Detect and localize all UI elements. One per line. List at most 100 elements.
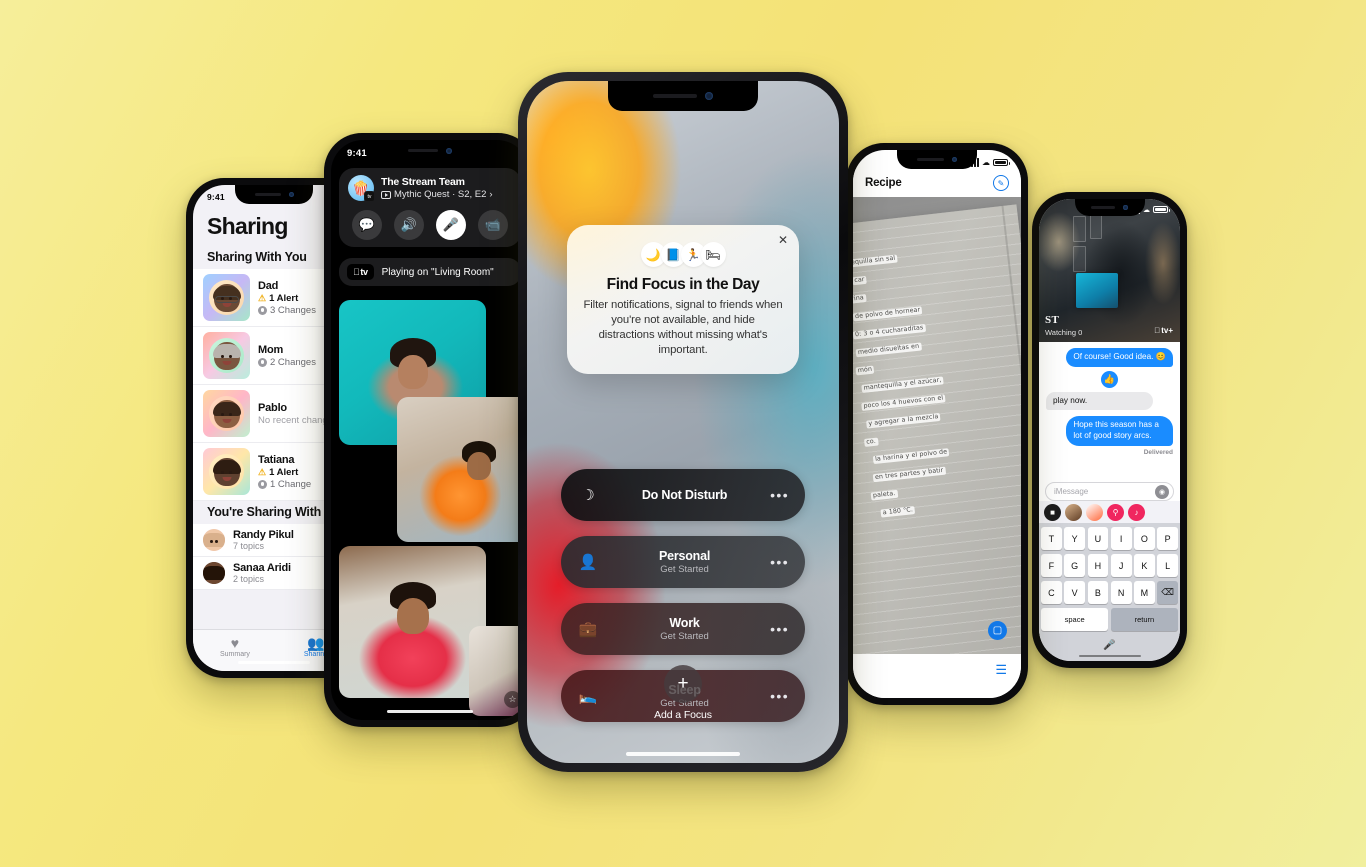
live-text-line[interactable]: rina: [853, 293, 867, 303]
focus-mode-personal[interactable]: 👤 Personal Get Started •••: [561, 536, 805, 588]
live-text-line[interactable]: tequilla sin sal: [853, 253, 898, 267]
live-text-line[interactable]: paleta.: [870, 488, 898, 500]
message-bubble-incoming[interactable]: play now.: [1046, 391, 1153, 411]
space-key[interactable]: space: [1041, 608, 1109, 631]
live-text-line[interactable]: co.: [863, 436, 879, 447]
live-text-line[interactable]: poco los 4 huevos con el: [861, 393, 946, 411]
play-badge-icon: [381, 190, 391, 199]
message-input-field[interactable]: iMessage ◉: [1045, 482, 1174, 501]
live-text-line[interactable]: en tres partes y batir: [872, 465, 946, 482]
memoji-avatar: [203, 529, 225, 551]
close-icon[interactable]: ✕: [778, 234, 788, 246]
person-icon: 👤: [578, 554, 598, 571]
keyboard-row-1: T Y U I O P: [1041, 527, 1178, 550]
more-options-icon[interactable]: •••: [770, 621, 789, 637]
live-text-highlights: tequilla sin sal car rina de polvo de ho…: [853, 235, 1021, 521]
phone-screen-messages: ST Watching 0 tv+ ☁ Of course! Good ide…: [1039, 199, 1180, 661]
gif-search-icon[interactable]: ⚲: [1107, 503, 1124, 521]
key-y[interactable]: Y: [1064, 527, 1085, 550]
people-icon: 👥: [307, 634, 325, 651]
live-text-line[interactable]: la harina y el polvo de: [872, 447, 950, 464]
plus-icon[interactable]: +: [664, 665, 702, 703]
focus-mode-label: Work Get Started: [599, 616, 770, 642]
focus-mode-name: Personal: [658, 549, 711, 563]
chat-bubble-icon[interactable]: 💬: [352, 210, 382, 240]
delivered-status: Delivered: [1143, 448, 1173, 456]
avatar-tile: [203, 529, 225, 551]
key-m[interactable]: M: [1134, 581, 1155, 604]
key-j[interactable]: J: [1110, 554, 1132, 577]
tapback-thumbs-up-icon[interactable]: 👍: [1101, 370, 1118, 388]
memoji-icon[interactable]: [1065, 503, 1082, 521]
phone-screen-facetime: 9:41 ☆ 🍿 tv The Stream Team Mythic Quest…: [331, 140, 529, 720]
message-bubble-outgoing[interactable]: Hope this season has a lot of good story…: [1066, 416, 1173, 446]
video-tile-participant-3[interactable]: [339, 546, 486, 698]
live-text-line[interactable]: de polvo de hornear: [853, 305, 923, 321]
stickers-icon[interactable]: [1086, 503, 1103, 521]
checklist-icon[interactable]: ☰: [995, 662, 1007, 678]
focus-mode-do-not-disturb[interactable]: ☽ Do Not Disturb •••: [561, 469, 805, 521]
markup-pen-icon[interactable]: ✎: [993, 175, 1009, 191]
now-playing-bar[interactable]: tv Playing on "Living Room": [339, 258, 521, 286]
delete-key-icon[interactable]: ⌫: [1157, 581, 1178, 604]
key-p[interactable]: P: [1157, 527, 1178, 550]
shared-with-you-video-preview[interactable]: ST Watching 0 tv+: [1039, 199, 1180, 342]
shareplay-title-row[interactable]: 🍿 tv The Stream Team Mythic Quest · S2, …: [348, 175, 512, 202]
notch: [608, 81, 758, 111]
notes-navigation-bar: Recipe ✎: [853, 169, 1021, 197]
key-v[interactable]: V: [1064, 581, 1085, 604]
call-controls: 💬 🔊 🎤 📹: [348, 210, 512, 240]
key-u[interactable]: U: [1087, 527, 1109, 550]
key-g[interactable]: G: [1064, 554, 1085, 577]
key-h[interactable]: H: [1087, 554, 1109, 577]
key-l[interactable]: L: [1157, 554, 1178, 577]
apple-tv-icon: tv: [347, 264, 374, 280]
focus-mode-work[interactable]: 💼 Work Get Started •••: [561, 603, 805, 655]
message-thread: Of course! Good idea. 😊 👍 play now. Hope…: [1039, 342, 1180, 483]
microphone-icon[interactable]: 🎤: [1103, 640, 1115, 651]
warning-triangle-icon: ⚠: [258, 466, 267, 477]
note-photo[interactable]: tequilla sin sal car rina de polvo de ho…: [853, 197, 1021, 654]
notch: [897, 150, 977, 169]
return-key[interactable]: return: [1110, 608, 1178, 631]
live-text-line[interactable]: y agregar a la mezcla: [866, 412, 941, 428]
more-options-icon[interactable]: •••: [770, 554, 789, 570]
focus-mode-name: Do Not Disturb: [641, 488, 728, 502]
key-c[interactable]: C: [1041, 581, 1062, 604]
focus-mode-label: Personal Get Started: [599, 549, 770, 575]
microphone-icon[interactable]: 🎤: [436, 210, 466, 240]
key-f[interactable]: F: [1041, 554, 1062, 577]
message-bubble-outgoing[interactable]: Of course! Good idea. 😊: [1066, 348, 1173, 367]
notch: [384, 140, 476, 161]
key-n[interactable]: N: [1110, 581, 1132, 604]
phone-device-facetime: 9:41 ☆ 🍿 tv The Stream Team Mythic Quest…: [324, 133, 536, 727]
home-indicator: [238, 661, 310, 664]
music-icon[interactable]: ♪: [1128, 503, 1145, 521]
shareplay-titles: The Stream Team Mythic Quest · S2, E2 ›: [381, 176, 512, 200]
key-i[interactable]: I: [1110, 527, 1132, 550]
video-camera-icon[interactable]: 📹: [478, 210, 508, 240]
photos-icon[interactable]: ■: [1044, 503, 1061, 521]
notch: [235, 185, 313, 204]
key-t[interactable]: T: [1041, 527, 1062, 550]
input-placeholder: iMessage: [1054, 487, 1089, 496]
live-text-line[interactable]: mantequilla y el azúcar,: [861, 375, 944, 393]
live-text-line[interactable]: car: [853, 275, 867, 285]
live-text-scan-icon[interactable]: ▢: [988, 621, 1007, 640]
live-text-line[interactable]: 0: 3 o 4 cucharaditas: [853, 323, 926, 339]
video-tile-participant-2[interactable]: [397, 397, 529, 542]
live-text-line[interactable]: medio disueltas en: [855, 341, 922, 357]
more-options-icon[interactable]: •••: [770, 487, 789, 503]
change-text: 1 Change: [270, 478, 312, 490]
atv-plus-label: tv+: [1161, 326, 1173, 335]
key-b[interactable]: B: [1087, 581, 1109, 604]
tab-summary[interactable]: ♥ Summary: [220, 636, 250, 658]
live-text-line[interactable]: a 180 °C.: [880, 505, 916, 517]
key-o[interactable]: O: [1134, 527, 1155, 550]
live-text-line[interactable]: món: [855, 364, 875, 375]
key-k[interactable]: K: [1134, 554, 1155, 577]
audio-wave-icon[interactable]: ◉: [1155, 484, 1169, 499]
speaker-icon[interactable]: 🔊: [394, 210, 424, 240]
keyboard-row-2: F G H J K L: [1041, 554, 1178, 577]
home-indicator: [900, 688, 974, 691]
